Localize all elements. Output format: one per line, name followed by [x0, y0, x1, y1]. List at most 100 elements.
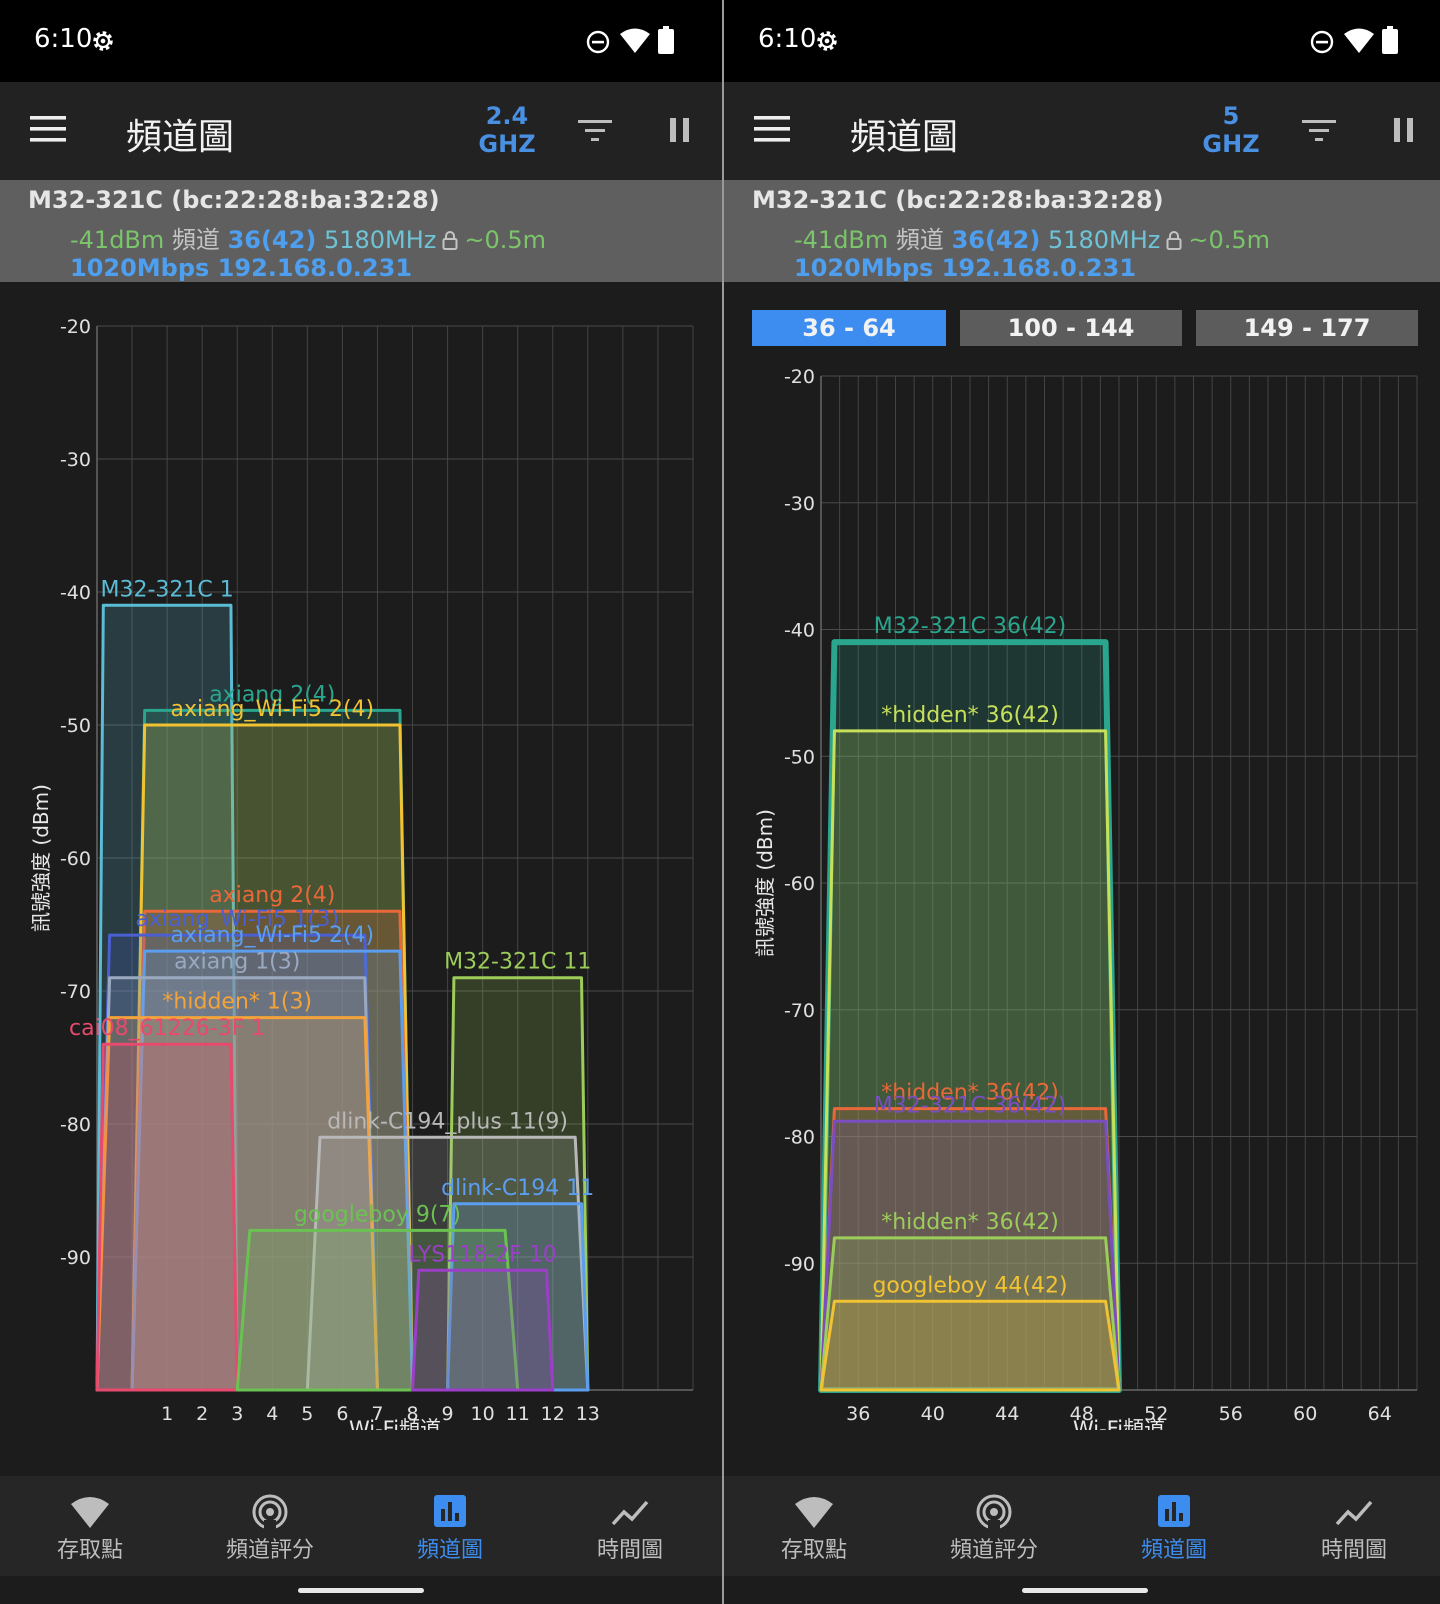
x-tick-label: 3 [231, 1403, 243, 1425]
nav-channel-graph[interactable]: 頻道圖 [1084, 1476, 1264, 1576]
y-tick-label: -20 [60, 316, 91, 338]
status-time: 6:10 [34, 24, 93, 54]
x-tick-label: 56 [1219, 1403, 1243, 1425]
y-axis-label: 訊號強度 (dBm) [753, 809, 777, 957]
nav-label: 頻道評分 [949, 1538, 1038, 1563]
filter-icon[interactable] [578, 118, 612, 142]
status-bar: 6:10 [0, 0, 722, 82]
signal-rating-icon [252, 1494, 288, 1530]
status-time: 6:10 [758, 24, 817, 54]
menu-icon[interactable] [30, 114, 66, 144]
y-tick-label: -80 [60, 1114, 91, 1136]
y-tick-label: -20 [784, 366, 815, 388]
wifi-status-icon [620, 28, 650, 53]
y-tick-label: -50 [784, 746, 815, 768]
x-tick-label: 13 [576, 1403, 600, 1425]
chart-series: M32-321C 1 axiang 2(4) axiang_Wi-Fi5 2(4) a… [69, 577, 594, 1392]
series-label: M32-321C 36(42) [874, 1093, 1066, 1118]
wifi-icon [71, 1497, 109, 1528]
series-label: googleboy 9(7) [294, 1202, 461, 1227]
series-label: cai08_61226-3F 1 [69, 1016, 265, 1041]
x-axis-label: Wi-Fi頻道 [1073, 1417, 1165, 1430]
series-label: axiang_Wi-Fi5 2(4) [170, 697, 374, 722]
y-tick-label: -30 [784, 493, 815, 515]
band-value: 2.4 [485, 102, 529, 130]
connected-ssid: M32-321C (bc:22:28:ba:32:28) [752, 186, 1164, 214]
signal-strength: -41dBm [70, 226, 165, 254]
connection-info-panel[interactable]: M32-321C (bc:22:28:ba:32:28) -41dBm 頻道 3… [0, 180, 722, 282]
x-tick-label: 2 [196, 1403, 208, 1425]
nav-label: 時間圖 [596, 1538, 663, 1563]
series-label: M32-321C 11 [444, 950, 591, 975]
nav-time-graph[interactable]: 時間圖 [1264, 1476, 1440, 1576]
x-tick-label: 11 [506, 1403, 530, 1425]
lock-icon [1166, 231, 1182, 250]
link-speed-ip: 1020Mbps 192.168.0.231 [70, 254, 413, 282]
range-tab-36-64[interactable]: 36 - 64 [752, 310, 946, 346]
wifi-icon [795, 1497, 833, 1528]
x-tick-label: 64 [1368, 1403, 1392, 1425]
bottom-navigation: 存取點 頻道評分 頻道圖 時間圖 [724, 1476, 1440, 1576]
wifi-status-icon [1344, 28, 1374, 53]
page-title: 頻道圖 [126, 117, 235, 158]
y-tick-label: -40 [60, 582, 91, 604]
series-label: M32-321C 1 [100, 577, 233, 602]
x-tick-label: 40 [921, 1403, 945, 1425]
lock-icon [442, 231, 458, 250]
x-tick-label: 4 [266, 1403, 278, 1425]
range-tab-149-177[interactable]: 149 - 177 [1196, 310, 1418, 346]
gesture-bar[interactable] [1022, 1588, 1148, 1593]
series-label: M32-321C 36(42) [874, 614, 1066, 639]
bottom-navigation: 存取點 頻道評分 頻道圖 時間圖 [0, 1476, 722, 1576]
frequency: 5180MHz [1047, 226, 1161, 254]
series-label: axiang 2(4) [209, 883, 335, 908]
menu-icon[interactable] [754, 114, 790, 144]
battery-icon [1382, 26, 1398, 54]
gear-icon [93, 31, 113, 51]
do-not-disturb-icon [586, 30, 610, 54]
series-label: *hidden* 36(42) [881, 1210, 1059, 1235]
connection-details: -41dBm 頻道 36(42) 5180MHz ~0.5m [70, 220, 546, 255]
series-label: dlink-C194 11 [441, 1176, 594, 1201]
connection-info-panel[interactable]: M32-321C (bc:22:28:ba:32:28) -41dBm 頻道 3… [724, 180, 1440, 282]
series-area [819, 1299, 1121, 1392]
frequency: 5180MHz [323, 226, 437, 254]
range-tab-100-144[interactable]: 100 - 144 [960, 310, 1182, 346]
band-toggle-button[interactable]: 2.4 GHZ [462, 102, 552, 158]
x-axis-label: Wi-Fi頻道 [349, 1417, 441, 1430]
y-tick-label: -90 [784, 1253, 815, 1275]
y-tick-label: -70 [60, 981, 91, 1003]
band-toggle-button[interactable]: 5 GHZ [1186, 102, 1276, 158]
signal-rating-icon [976, 1494, 1012, 1530]
nav-label: 存取點 [780, 1538, 847, 1563]
filter-icon[interactable] [1302, 118, 1336, 142]
y-tick-label: -80 [784, 1127, 815, 1149]
nav-channel-rating[interactable]: 頻道評分 [904, 1476, 1084, 1576]
x-tick-label: 36 [846, 1403, 870, 1425]
bar-chart-icon [434, 1495, 466, 1527]
channel-graph-2-4ghz: -20-30-40-50-60-70-80-901 2 3 4 5 6 7 8 9 10 11 12 1… [29, 316, 694, 1430]
channel-number: 36(42) [227, 226, 317, 254]
chart-series: M32-321C 36(42) *hidden* 36(42) *hidden* 3… [818, 614, 1122, 1393]
series-label: axiang 1(3) [174, 950, 300, 975]
battery-icon [658, 26, 674, 54]
signal-strength: -41dBm [794, 226, 889, 254]
page-title: 頻道圖 [850, 117, 959, 158]
y-axis-label: 訊號強度 (dBm) [29, 784, 53, 932]
series-label: googleboy 44(42) [872, 1273, 1067, 1298]
band-unit: GHZ [478, 130, 536, 158]
nav-access-points[interactable]: 存取點 [0, 1476, 180, 1576]
series-label: dlink-C194_plus 11(9) [327, 1109, 568, 1134]
nav-channel-graph[interactable]: 頻道圖 [360, 1476, 540, 1576]
nav-channel-rating[interactable]: 頻道評分 [180, 1476, 360, 1576]
gesture-bar[interactable] [298, 1588, 424, 1593]
nav-access-points[interactable]: 存取點 [724, 1476, 904, 1576]
pause-icon[interactable] [668, 116, 692, 144]
y-tick-label: -50 [60, 715, 91, 737]
nav-time-graph[interactable]: 時間圖 [540, 1476, 720, 1576]
x-tick-label: 1 [161, 1403, 173, 1425]
nav-label: 時間圖 [1320, 1538, 1387, 1563]
connected-ssid: M32-321C (bc:22:28:ba:32:28) [28, 186, 440, 214]
band-unit: GHZ [1202, 130, 1260, 158]
pause-icon[interactable] [1392, 116, 1416, 144]
